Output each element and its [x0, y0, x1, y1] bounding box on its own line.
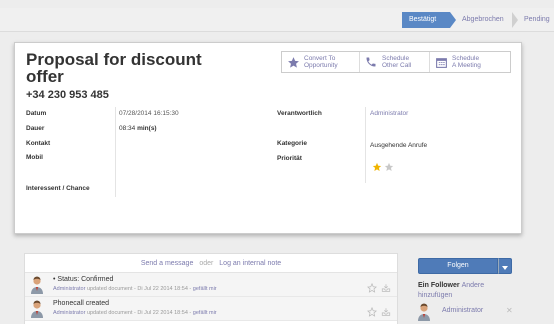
- record-phone: +34 230 953 485: [26, 89, 109, 101]
- followers-count: Ein Follower: [418, 282, 460, 289]
- calendar-icon: [434, 55, 448, 69]
- star-outline-icon[interactable]: [366, 304, 378, 322]
- field-divider: [365, 107, 366, 183]
- message-title: Phonecall created: [53, 300, 110, 307]
- star-empty-icon[interactable]: [384, 159, 394, 177]
- schedule-meeting-label: Schedule A Meeting: [452, 55, 481, 69]
- message-item: Phonecall created Administrator updated …: [25, 297, 397, 321]
- add-others-link[interactable]: Andere: [462, 282, 485, 289]
- message-author[interactable]: Administrator: [53, 310, 85, 316]
- add-follower-link[interactable]: hinzufügen: [418, 292, 452, 299]
- convert-label: Convert To Opportunity: [304, 55, 338, 69]
- interessent-label: Interessent / Chance: [26, 185, 90, 192]
- priority-stars[interactable]: [372, 159, 394, 177]
- schedule-meeting-button[interactable]: Schedule A Meeting: [430, 52, 510, 72]
- message-date: Di Jul 22 2014 18:54: [137, 286, 188, 292]
- remove-follower-icon[interactable]: ✕: [506, 306, 513, 315]
- or-separator: oder: [199, 260, 214, 267]
- message-action: updated document: [86, 286, 133, 292]
- verantwortlich-label: Verantwortlich: [277, 110, 322, 117]
- followers-heading: Ein Follower Andere: [418, 282, 484, 289]
- schedule-call-label: Schedule Other Call: [382, 55, 412, 69]
- chatter-panel: Send a message oder Log an internal note…: [24, 253, 398, 324]
- stage-confirmed[interactable]: Bestätigt: [402, 12, 450, 28]
- dauer-field[interactable]: 08:34 min(s): [119, 125, 157, 132]
- message-actions: [366, 280, 391, 298]
- like-link[interactable]: gefällt mir: [193, 310, 217, 316]
- like-link[interactable]: gefällt mir: [193, 286, 217, 292]
- message-meta: Administrator updated document - Di Jul …: [53, 310, 217, 316]
- compose-bar: Send a message oder Log an internal note: [25, 254, 397, 273]
- archive-icon[interactable]: [381, 304, 391, 322]
- message-meta: Administrator updated document - Di Jul …: [53, 286, 217, 292]
- message-actions: [366, 304, 391, 322]
- message-title: • Status: Confirmed: [53, 276, 114, 283]
- log-note-link[interactable]: Log an internal note: [219, 260, 281, 267]
- convert-to-opportunity-button[interactable]: Convert To Opportunity: [282, 52, 360, 72]
- dauer-label: Dauer: [26, 125, 45, 132]
- dauer-unit: min(s): [137, 125, 157, 132]
- message-action: updated document: [86, 310, 133, 316]
- star-icon: [286, 55, 300, 69]
- dauer-value: 08:34: [119, 125, 136, 132]
- message-author[interactable]: Administrator: [53, 286, 85, 292]
- caret-down-icon: [502, 257, 508, 275]
- form-sheet: Proposal for discount offer +34 230 953 …: [14, 42, 522, 234]
- stage-pending[interactable]: Pending: [514, 12, 554, 28]
- avatar: [418, 303, 430, 321]
- archive-icon[interactable]: [381, 280, 391, 298]
- message-item: • Status: Confirmed Administrator update…: [25, 273, 397, 297]
- datum-label: Datum: [26, 110, 47, 117]
- prioritaet-label: Priorität: [277, 155, 302, 162]
- status-bar: Bestätigt Abgebrochen Pending: [0, 8, 554, 32]
- star-outline-icon[interactable]: [366, 280, 378, 298]
- kategorie-label: Kategorie: [277, 140, 307, 147]
- phone-icon: [364, 55, 378, 69]
- mobil-label: Mobil: [26, 154, 43, 161]
- verantwortlich-field[interactable]: Administrator: [370, 110, 408, 117]
- avatar: [31, 276, 43, 294]
- follow-dropdown-button[interactable]: [498, 258, 512, 274]
- message-date: Di Jul 22 2014 18:54: [137, 310, 188, 316]
- field-divider: [115, 107, 116, 197]
- kategorie-field[interactable]: Ausgehende Anrufe: [370, 142, 427, 149]
- star-filled-icon[interactable]: [372, 159, 382, 177]
- avatar: [31, 300, 43, 318]
- send-message-link[interactable]: Send a message: [141, 260, 194, 267]
- smart-button-box: Convert To Opportunity Schedule Other Ca…: [281, 51, 511, 73]
- follower-item: Administrator ✕: [418, 303, 518, 323]
- follower-name[interactable]: Administrator: [442, 307, 483, 314]
- stage-cancelled[interactable]: Abgebrochen: [452, 12, 512, 28]
- schedule-other-call-button[interactable]: Schedule Other Call: [360, 52, 430, 72]
- record-title: Proposal for discount offer: [26, 50, 202, 86]
- kontakt-label: Kontakt: [26, 140, 51, 147]
- datum-field[interactable]: 07/28/2014 16:15:30: [119, 110, 179, 117]
- follow-button[interactable]: Folgen: [418, 258, 498, 274]
